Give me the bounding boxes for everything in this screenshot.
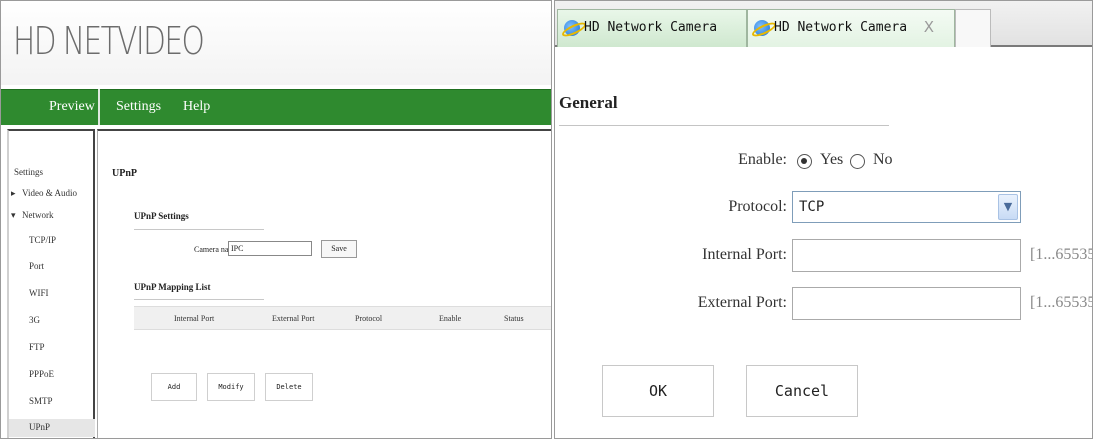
protocol-label: Protocol:: [728, 198, 787, 215]
tab-title: HD Network Camera: [774, 20, 908, 35]
browser-tab-bar: HD Network Camera HD Network Camera X: [555, 1, 1092, 47]
port-mapping-dialog: HD Network Camera HD Network Camera X Ge…: [554, 0, 1093, 439]
sidebar-item-ftp[interactable]: FTP: [29, 342, 45, 352]
enable-yes-radio[interactable]: [797, 154, 812, 169]
internal-port-label: Internal Port:: [702, 246, 787, 263]
external-port-range: [1...65535]: [1030, 294, 1092, 311]
section-title: General: [559, 93, 618, 112]
sidebar-item-3g[interactable]: 3G: [29, 315, 40, 325]
section-divider: [134, 229, 264, 230]
sidebar-item-tcpip[interactable]: TCP/IP: [29, 235, 56, 245]
upnp-settings-heading: UPnP Settings: [134, 211, 189, 221]
triangle-down-icon: ▾: [11, 210, 16, 220]
sidebar-item-video-audio[interactable]: Video & Audio: [22, 188, 77, 198]
sidebar-item-smtp[interactable]: SMTP: [29, 396, 53, 406]
sidebar-item-pppoe[interactable]: PPPoE: [29, 369, 54, 379]
sidebar-item-wifi[interactable]: WIFI: [29, 288, 49, 298]
modify-button[interactable]: Modify: [207, 373, 255, 401]
chevron-down-icon[interactable]: ▼: [998, 194, 1018, 220]
main-nav: Preview Settings Help: [1, 89, 551, 125]
protocol-value: TCP: [799, 199, 825, 215]
internet-explorer-icon: [564, 20, 580, 36]
add-button[interactable]: Add: [151, 373, 197, 401]
triangle-right-icon: ▸: [11, 188, 16, 198]
external-port-label: External Port:: [697, 294, 787, 311]
nav-settings[interactable]: Settings: [116, 99, 161, 115]
sidebar-item-network[interactable]: Network: [22, 210, 54, 220]
brand-logo: HD NETVIDEO: [13, 19, 205, 63]
enable-yes-label[interactable]: Yes: [820, 151, 843, 169]
section-divider: [559, 125, 889, 126]
nav-help[interactable]: Help: [183, 99, 210, 115]
mapping-table-header: Internal Port External Port Protocol Ena…: [134, 306, 551, 330]
browser-tab-1[interactable]: HD Network Camera: [557, 9, 747, 47]
enable-no-radio[interactable]: [850, 154, 865, 169]
close-tab-icon[interactable]: X: [924, 18, 934, 36]
column-external-port: External Port: [272, 314, 315, 323]
column-internal-port: Internal Port: [174, 314, 215, 323]
page-title: UPnP: [112, 168, 137, 179]
sidebar-item-port[interactable]: Port: [29, 261, 44, 271]
nav-preview[interactable]: Preview: [49, 99, 95, 115]
camera-name-input[interactable]: IPC: [228, 241, 312, 256]
delete-button[interactable]: Delete: [265, 373, 313, 401]
column-protocol: Protocol: [355, 314, 383, 323]
enable-label: Enable:: [738, 151, 787, 168]
settings-sidebar: Settings ▸ Video & Audio ▾ Network TCP/I…: [7, 129, 95, 438]
section-divider: [134, 299, 264, 300]
external-port-input[interactable]: [792, 287, 1021, 320]
protocol-select[interactable]: TCP ▼: [792, 191, 1021, 223]
browser-tab-2[interactable]: HD Network Camera X: [747, 9, 955, 47]
nav-divider: [98, 89, 100, 125]
sidebar-item-settings[interactable]: Settings: [14, 167, 43, 177]
tab-title: HD Network Camera: [584, 20, 718, 35]
ok-button[interactable]: OK: [602, 365, 714, 417]
enable-no-label[interactable]: No: [873, 151, 893, 169]
upnp-settings-page: HD NETVIDEO Preview Settings Help Settin…: [0, 0, 552, 439]
cancel-button[interactable]: Cancel: [746, 365, 858, 417]
upnp-mapping-heading: UPnP Mapping List: [134, 282, 211, 292]
save-button[interactable]: Save: [321, 240, 357, 258]
internal-port-input[interactable]: [792, 239, 1021, 272]
internal-port-range: [1...65535]: [1030, 246, 1092, 263]
header-bar: HD NETVIDEO: [1, 1, 551, 85]
column-status: Status: [504, 314, 524, 323]
sidebar-item-upnp[interactable]: UPnP: [9, 419, 95, 437]
internet-explorer-icon: [754, 20, 770, 36]
column-enable: Enable: [439, 314, 462, 323]
new-tab-button[interactable]: [955, 9, 991, 47]
